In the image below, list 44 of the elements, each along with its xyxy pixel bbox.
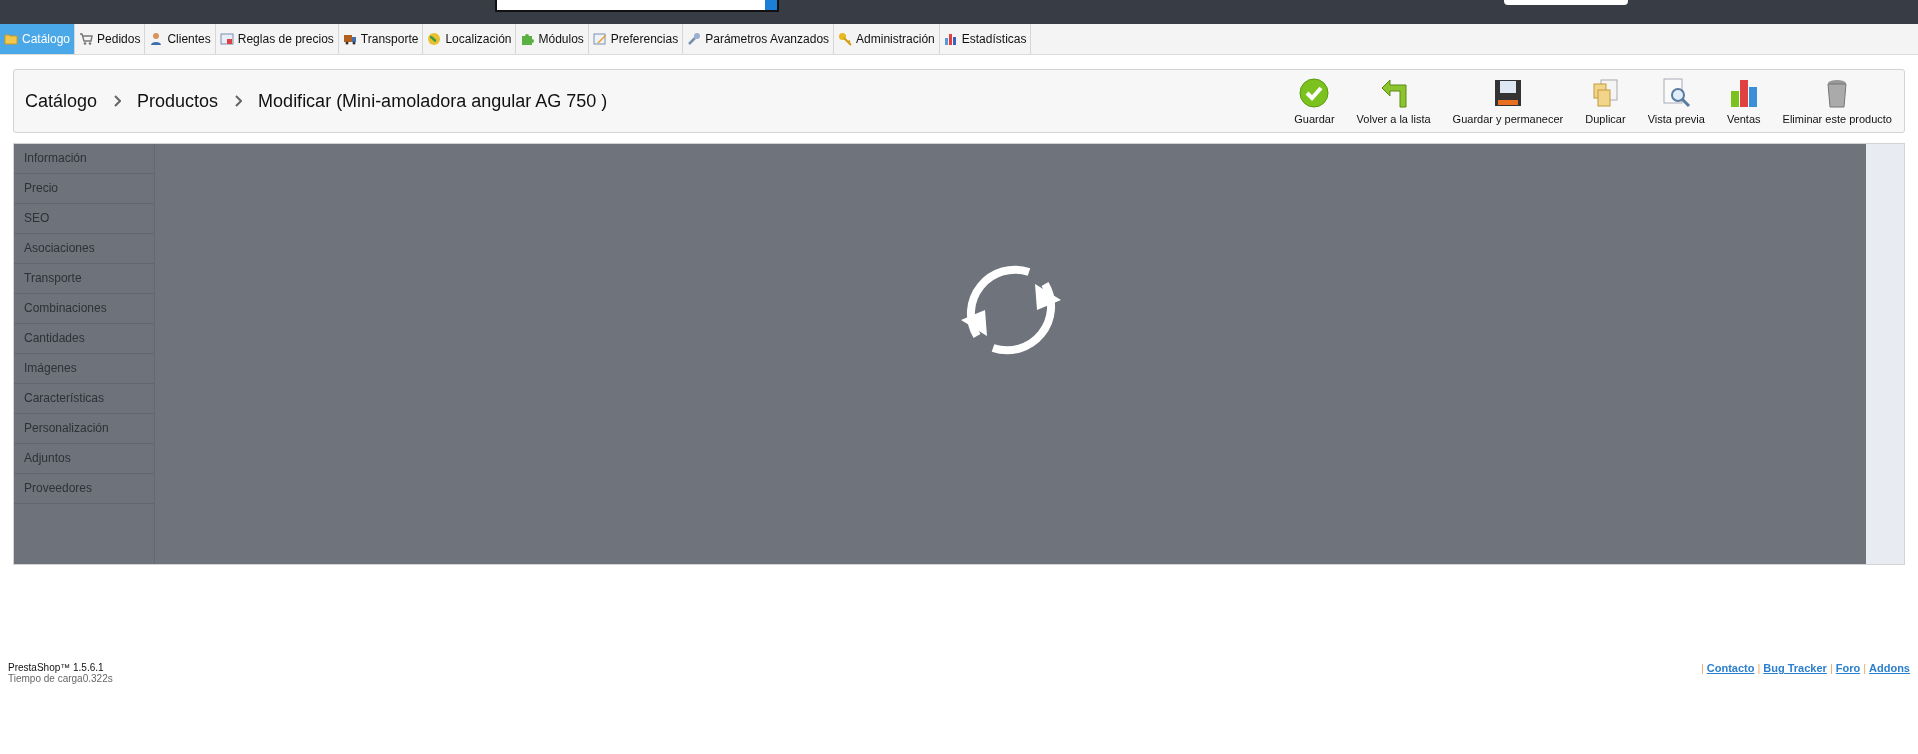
- link-separator: |: [1863, 662, 1867, 674]
- pencil-icon: [592, 32, 607, 46]
- link-separator: |: [1700, 662, 1704, 674]
- breadcrumb-item[interactable]: Productos: [137, 90, 219, 112]
- chevron-icon: [234, 95, 243, 107]
- breadcrumb-item[interactable]: Catálogo: [25, 90, 98, 112]
- person-icon: [149, 32, 164, 46]
- toolbar-button[interactable]: Duplicar: [1585, 77, 1626, 125]
- menu-tab[interactable]: Parámetros Avanzados: [683, 24, 835, 54]
- bar-chart-icon: [943, 32, 958, 46]
- toolbar-button[interactable]: Guardar: [1294, 77, 1335, 125]
- wrench-icon: [687, 32, 702, 46]
- toolbar-button[interactable]: Eliminar este producto: [1782, 77, 1892, 125]
- magnifier-page-icon: [1660, 77, 1693, 109]
- footer-link[interactable]: Contacto: [1706, 662, 1755, 674]
- breadcrumb-item: Modificar (Mini-amoladora angular AG 750 ): [258, 90, 608, 112]
- menu-tab[interactable]: Estadísticas: [939, 24, 1032, 54]
- truck-icon: [342, 32, 357, 46]
- key-icon: [838, 32, 853, 46]
- footer-link[interactable]: Addons: [1869, 662, 1910, 674]
- menu-tab[interactable]: Pedidos: [75, 24, 146, 54]
- chevron-icon: [113, 95, 122, 107]
- footer-link[interactable]: Bug Tracker: [1763, 662, 1827, 674]
- menu-tab[interactable]: Módulos: [516, 24, 589, 54]
- menu-tab[interactable]: Localización: [423, 24, 517, 54]
- footer-link[interactable]: Foro: [1835, 662, 1861, 674]
- version-text: PrestaShop™ 1.5.6.1: [8, 662, 104, 673]
- toolbar-button[interactable]: Ventas: [1726, 77, 1761, 125]
- cart-icon: [79, 32, 94, 46]
- menu-tab[interactable]: Administración: [834, 24, 940, 54]
- load-time-text: Tiempo de carga0.322s: [8, 673, 113, 684]
- toolbar-button[interactable]: Guardar y permanecer: [1452, 77, 1564, 125]
- checkmark-icon: [1298, 77, 1331, 109]
- toolbar-button[interactable]: Volver a la lista: [1356, 77, 1431, 125]
- link-separator: |: [1829, 662, 1833, 674]
- menu-tab[interactable]: Clientes: [145, 24, 216, 54]
- toolbar-button[interactable]: Vista previa: [1647, 77, 1705, 125]
- puzzle-icon: [520, 32, 535, 46]
- link-separator: |: [1757, 662, 1761, 674]
- menu-tab[interactable]: Transporte: [338, 24, 424, 54]
- menu-tab[interactable]: Reglas de precios: [215, 24, 339, 54]
- menu-tab[interactable]: Preferencias: [588, 24, 684, 54]
- search-field[interactable]: [495, 0, 779, 12]
- folder-icon: [4, 32, 18, 46]
